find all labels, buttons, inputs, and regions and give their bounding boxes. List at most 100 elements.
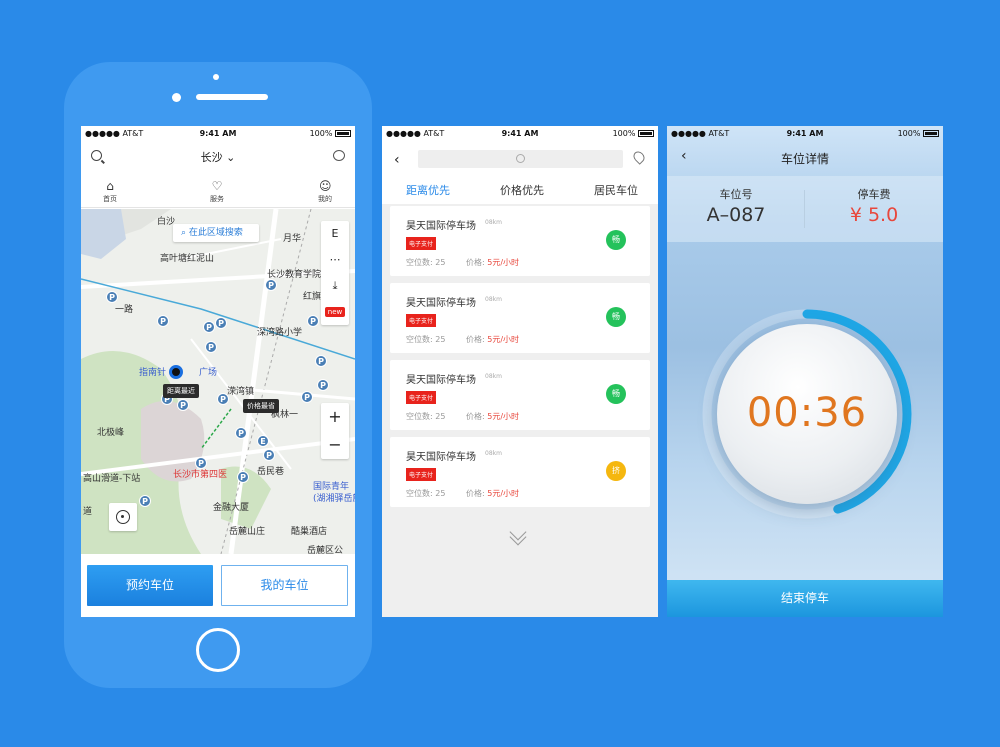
parking-pin[interactable]: P [106,291,118,303]
parking-pin[interactable]: P [217,393,229,405]
top-bar: 长沙 ⌄ [81,144,355,170]
parking-lot-card[interactable]: 昊天国际停车场 08km 电子支付 空位数: 25 价格: 5元/小时 挤 [390,437,650,507]
spot-detail-screen: ●●●●● AT&T 9:41 AM 100% ‹ 车位详情 车位号 A–087… [667,126,943,617]
lot-distance: 08km [485,219,502,226]
tab-resident[interactable]: 居民车位 [594,182,638,198]
reserve-spot-button[interactable]: 预约车位 [87,565,213,606]
lot-meta: 空位数: 25 价格: 5元/小时 [406,411,519,422]
city-selector[interactable]: 长沙 ⌄ [81,149,355,165]
tab-price[interactable]: 价格优先 [500,182,544,198]
status-bar: ●●●●● AT&T 9:41 AM 100% [382,126,658,142]
parking-fee: 停车费 ¥ 5.0 [805,186,943,226]
lot-name: 昊天国际停车场 [406,452,476,463]
map-view[interactable]: 高叶塘红泥山 长沙教育学院 一路 深湾路小学 指南针 广场 溁湾镇 北极峰 枫林… [81,209,355,554]
crosshair-icon [116,510,130,524]
map-label: 酷巢酒店 [291,527,328,537]
map-label: 高山滑道-下站 [83,474,141,484]
map-label: (湖湘驿岳麓 [313,494,355,504]
location-icon[interactable] [631,149,647,165]
traffic-status-badge: 畅 [606,230,626,250]
spaces-value: 25 [435,258,446,267]
parking-pin[interactable]: P [203,321,215,333]
status-bar: ●●●●● AT&T 9:41 AM 100% [667,126,943,142]
price: 价格: 5元/小时 [466,488,519,499]
battery: 100% [310,129,351,138]
cheapest-tag[interactable]: 价格最省 [243,399,279,413]
payment-badge: 电子支付 [406,391,437,404]
chevron-down-icon: ⌄ [226,151,236,164]
search-icon: ⌕ [181,228,187,238]
list-header: ‹ 距离优先 价格优先 居民车位 [382,142,658,204]
spaces-value: 25 [435,412,446,421]
map-label: 金融大厦 [213,503,250,513]
nearest-tag[interactable]: 距离最近 [163,384,199,398]
nav-item-service[interactable]: ♡ 服务 [197,180,237,204]
action-bar: 预约车位 我的车位 [81,554,355,617]
my-spot-button[interactable]: 我的车位 [221,565,348,606]
parking-pin[interactable]: P [195,457,207,469]
parking-lot-card[interactable]: 昊天国际停车场 08km 电子支付 空位数: 25 价格: 5元/小时 畅 [390,206,650,276]
lot-name: 昊天国际停车场 [406,298,476,309]
sort-tabs: 距离优先 价格优先 居民车位 [382,178,658,202]
message-icon[interactable] [333,150,345,161]
search-input[interactable] [418,150,623,168]
spaces-label: 空位数: [406,335,433,344]
parking-pin[interactable]: P [215,317,227,329]
battery-icon [923,130,939,137]
parking-pin[interactable]: P [235,427,247,439]
locate-button[interactable] [109,503,137,531]
lot-distance: 08km [485,296,502,303]
battery-icon [638,130,654,137]
spaces-label: 空位数: [406,258,433,267]
price-value: 5元/小时 [487,258,520,267]
parking-pin[interactable]: E [257,435,269,447]
tab-distance[interactable]: 距离优先 [406,182,450,198]
parking-pin[interactable]: P [265,279,277,291]
zoom-out-button[interactable]: − [321,431,349,459]
map-label: 岳麓区公 [307,546,344,554]
parking-pin[interactable]: P [301,391,313,403]
price-value: 5元/小时 [487,335,520,344]
price-label: 价格: [466,489,485,498]
parking-pin[interactable]: P [317,379,329,391]
back-icon[interactable]: ‹ [394,152,400,168]
lot-distance: 08km [485,373,502,380]
parking-pin[interactable]: P [157,315,169,327]
nav-item-mine[interactable]: ☺ 我的 [305,180,345,204]
parking-lot-card[interactable]: 昊天国际停车场 08km 电子支付 空位数: 25 价格: 5元/小时 畅 [390,360,650,430]
tool-traffic-button[interactable]: ⋯ [321,247,349,273]
search-icon [516,154,525,163]
parking-timer: 00:36 [699,306,915,522]
spot-number-label: 车位号 [719,188,753,201]
nav-item-home[interactable]: ⌂ 首页 [90,180,130,204]
price-value: 5元/小时 [487,489,520,498]
parking-pin[interactable]: P [237,471,249,483]
tool-layers-button[interactable]: ⤓ [321,273,349,299]
parking-pin[interactable]: P [177,399,189,411]
price-label: 价格: [466,258,485,267]
parking-pin[interactable]: P [263,449,275,461]
current-location-marker [169,365,183,379]
map-area-search-button[interactable]: ⌕ 在此区域搜索 [173,224,259,242]
price: 价格: 5元/小时 [466,257,519,268]
battery-percent: 100% [612,129,636,138]
map-label: 岳民巷 [257,467,285,477]
battery-percent: 100% [897,129,921,138]
parking-pin[interactable]: P [139,495,151,507]
home-button[interactable] [196,628,240,672]
nav-row: ⌂ 首页 ♡ 服务 ☺ 我的 [81,174,355,208]
tool-new-button[interactable]: new [321,299,349,325]
map-label: 道 [83,507,93,517]
phone-sensor [213,74,219,80]
parking-pin[interactable]: P [315,355,327,367]
zoom-in-button[interactable]: + [321,403,349,431]
user-icon: ☺ [319,179,332,193]
tool-e-button[interactable]: E [321,221,349,247]
map-label: 指南针 [139,368,167,378]
spaces-label: 空位数: [406,489,433,498]
parking-pin[interactable]: P [205,341,217,353]
parking-lot-card[interactable]: 昊天国际停车场 08km 电子支付 空位数: 25 价格: 5元/小时 畅 [390,283,650,353]
end-parking-button[interactable]: 结束停车 [667,580,943,617]
parking-pin[interactable]: P [307,315,319,327]
zoom-controls: + − [321,403,349,459]
